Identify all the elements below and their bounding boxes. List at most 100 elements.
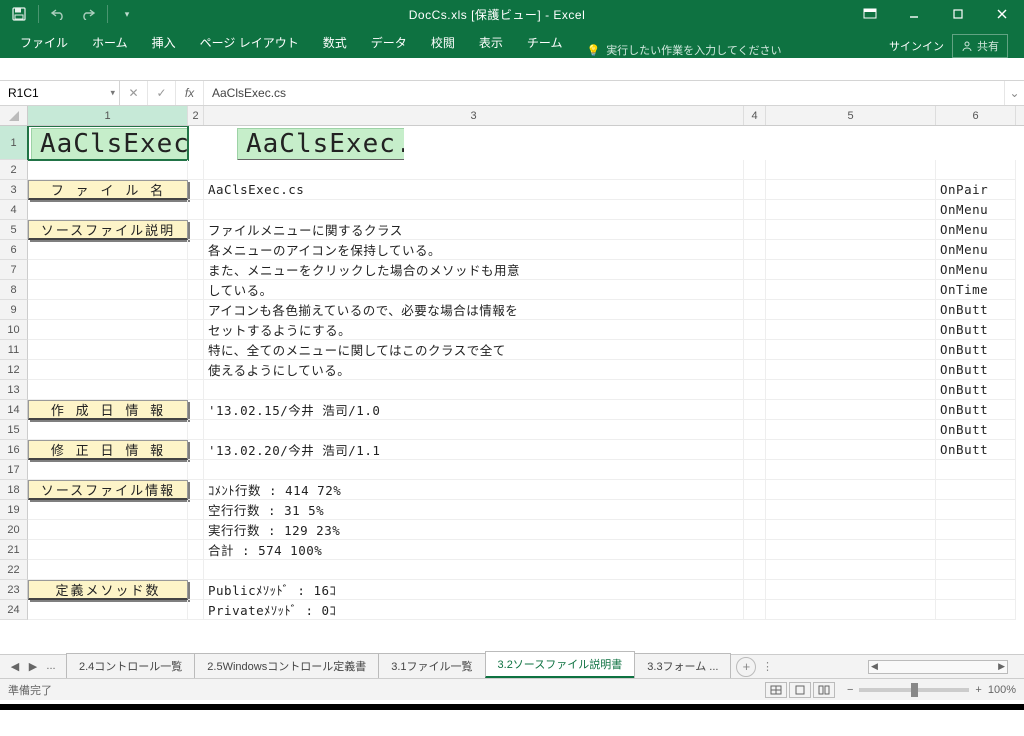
label-source-info[interactable]: ソースファイル情報	[28, 480, 188, 500]
tab-data[interactable]: データ	[359, 28, 419, 58]
title-bar: ▾ DocCs.xls [保護ビュー] - Excel	[0, 0, 1024, 28]
ribbon-display-options[interactable]	[848, 0, 892, 28]
sheet-tab-3[interactable]: 3.2ソースファイル説明書	[485, 651, 636, 678]
tab-pagelayout[interactable]: ページ レイアウト	[188, 28, 311, 58]
zoom-slider-thumb[interactable]	[911, 683, 918, 697]
insert-function-button[interactable]: fx	[176, 81, 204, 105]
row-header-1[interactable]: 1	[0, 126, 28, 160]
name-box[interactable]: R1C1 ▾	[0, 81, 120, 105]
sheet-tab-2[interactable]: 3.1ファイル一覧	[378, 653, 485, 678]
select-all-icon	[9, 111, 19, 121]
tellme-icon: 💡	[586, 44, 600, 57]
col-header-6[interactable]: 6	[936, 106, 1016, 125]
tab-insert[interactable]: 挿入	[140, 28, 188, 58]
row-5: 5 ソースファイル説明 ファイルメニューに関するクラス OnMenu	[0, 220, 1024, 240]
tab-review[interactable]: 校閲	[419, 28, 467, 58]
worksheet-grid[interactable]: 1 2 3 4 5 6 1 AaClsExec.cs AaClsExec.cs …	[0, 106, 1024, 704]
window-title: DocCs.xls [保護ビュー] - Excel	[146, 6, 848, 23]
undo-icon	[50, 8, 66, 20]
tab-formulas[interactable]: 数式	[311, 28, 359, 58]
page-break-icon	[818, 685, 830, 695]
cell-r1c5[interactable]: AaClsExec.cs	[234, 126, 404, 160]
quick-access-toolbar: ▾	[0, 2, 146, 26]
zoom-in-button[interactable]: +	[975, 684, 981, 696]
scroll-right-icon[interactable]: ▶	[998, 661, 1005, 672]
name-box-dropdown-icon[interactable]: ▾	[110, 88, 115, 99]
label-filename[interactable]: フ ァ イ ル 名	[28, 180, 188, 200]
page-layout-icon	[794, 685, 806, 695]
formula-bar: R1C1 ▾ ✕ ✓ fx AaClsExec.cs ⌄	[0, 80, 1024, 106]
cancel-formula-button[interactable]: ✕	[120, 81, 148, 105]
row-4: 4OnMenu	[0, 200, 1024, 220]
view-normal-button[interactable]	[765, 682, 787, 698]
tabs-more-menu[interactable]: ⋮	[760, 660, 774, 673]
check-icon: ✓	[156, 86, 166, 100]
chevron-down-icon: ⌄	[1009, 86, 1019, 100]
add-sheet-button[interactable]: +	[736, 657, 756, 677]
col-header-5[interactable]: 5	[766, 106, 936, 125]
x-icon: ✕	[128, 86, 138, 100]
select-all-corner[interactable]	[0, 106, 28, 125]
title-merged-cell: AaClsExec.cs	[31, 128, 188, 161]
zoom-slider[interactable]	[859, 688, 969, 692]
fx-icon: fx	[185, 86, 194, 100]
row-1: 1 AaClsExec.cs AaClsExec.cs	[0, 126, 1024, 160]
taskbar-strip	[0, 704, 1024, 710]
expand-formula-bar[interactable]: ⌄	[1004, 81, 1024, 105]
status-bar: 準備完了 − + 100%	[0, 678, 1024, 700]
col-header-4[interactable]: 4	[744, 106, 766, 125]
tab-team[interactable]: チーム	[515, 28, 575, 58]
col-header-2[interactable]: 2	[188, 106, 204, 125]
view-pagelayout-button[interactable]	[789, 682, 811, 698]
tab-home[interactable]: ホーム	[80, 28, 140, 58]
redo-button[interactable]	[75, 2, 101, 26]
tab-nav-prev[interactable]: ◀	[8, 660, 22, 673]
sheet-tabs-bar: ◀ ▶ ... 2.4コントロール一覧 2.5Windowsコントロール定義書 …	[0, 654, 1024, 678]
col-header-1[interactable]: 1	[28, 106, 188, 125]
tab-file[interactable]: ファイル	[8, 28, 80, 58]
enter-formula-button[interactable]: ✓	[148, 81, 176, 105]
tab-view[interactable]: 表示	[467, 28, 515, 58]
close-icon	[996, 8, 1008, 20]
undo-button[interactable]	[45, 2, 71, 26]
row-3: 3 フ ァ イ ル 名 AaClsExec.cs OnPair	[0, 180, 1024, 200]
tab-nav-more[interactable]: ...	[44, 660, 58, 673]
status-ready: 準備完了	[8, 682, 765, 698]
sheet-tab-0[interactable]: 2.4コントロール一覧	[66, 653, 195, 678]
tellme-input[interactable]: 実行したい作業を入力してください	[606, 42, 781, 58]
ribbon-tabs: ファイル ホーム 挿入 ページ レイアウト 数式 データ 校閲 表示 チーム 💡…	[0, 28, 1024, 58]
grid-view-icon	[770, 685, 782, 695]
label-modified[interactable]: 修 正 日 情 報	[28, 440, 188, 460]
sheet-tab-4[interactable]: 3.3フォーム ...	[634, 653, 731, 678]
redo-icon	[80, 8, 96, 20]
sheet-tab-1[interactable]: 2.5Windowsコントロール定義書	[194, 653, 379, 678]
save-button[interactable]	[6, 2, 32, 26]
col-header-3[interactable]: 3	[204, 106, 744, 125]
zoom-level[interactable]: 100%	[988, 684, 1016, 696]
row-2: 2	[0, 160, 1024, 180]
ribbon-options-icon	[863, 8, 877, 20]
label-source-desc[interactable]: ソースファイル説明	[28, 220, 188, 240]
scroll-left-icon[interactable]: ◀	[871, 661, 878, 672]
value-filename: AaClsExec.cs	[208, 182, 304, 197]
row-header-2[interactable]: 2	[0, 160, 28, 180]
share-icon	[961, 40, 973, 52]
save-icon	[12, 7, 26, 21]
label-method-count[interactable]: 定義メソッド数	[28, 580, 188, 600]
cell-r1c1[interactable]: AaClsExec.cs	[28, 126, 188, 160]
share-button[interactable]: 共有	[952, 34, 1008, 58]
zoom-out-button[interactable]: −	[847, 684, 853, 696]
signin-link[interactable]: サインイン	[889, 38, 944, 54]
label-created[interactable]: 作 成 日 情 報	[28, 400, 188, 420]
view-pagebreak-button[interactable]	[813, 682, 835, 698]
tab-nav-next[interactable]: ▶	[26, 660, 40, 673]
maximize-button[interactable]	[936, 0, 980, 28]
formula-input[interactable]: AaClsExec.cs	[204, 81, 1004, 105]
minimize-button[interactable]	[892, 0, 936, 28]
horizontal-scrollbar[interactable]: ◀▶	[868, 660, 1008, 674]
close-button[interactable]	[980, 0, 1024, 28]
qat-customize[interactable]: ▾	[114, 2, 140, 26]
row-header-3[interactable]: 3	[0, 180, 28, 200]
column-headers: 1 2 3 4 5 6	[0, 106, 1024, 126]
minimize-icon	[908, 8, 920, 20]
